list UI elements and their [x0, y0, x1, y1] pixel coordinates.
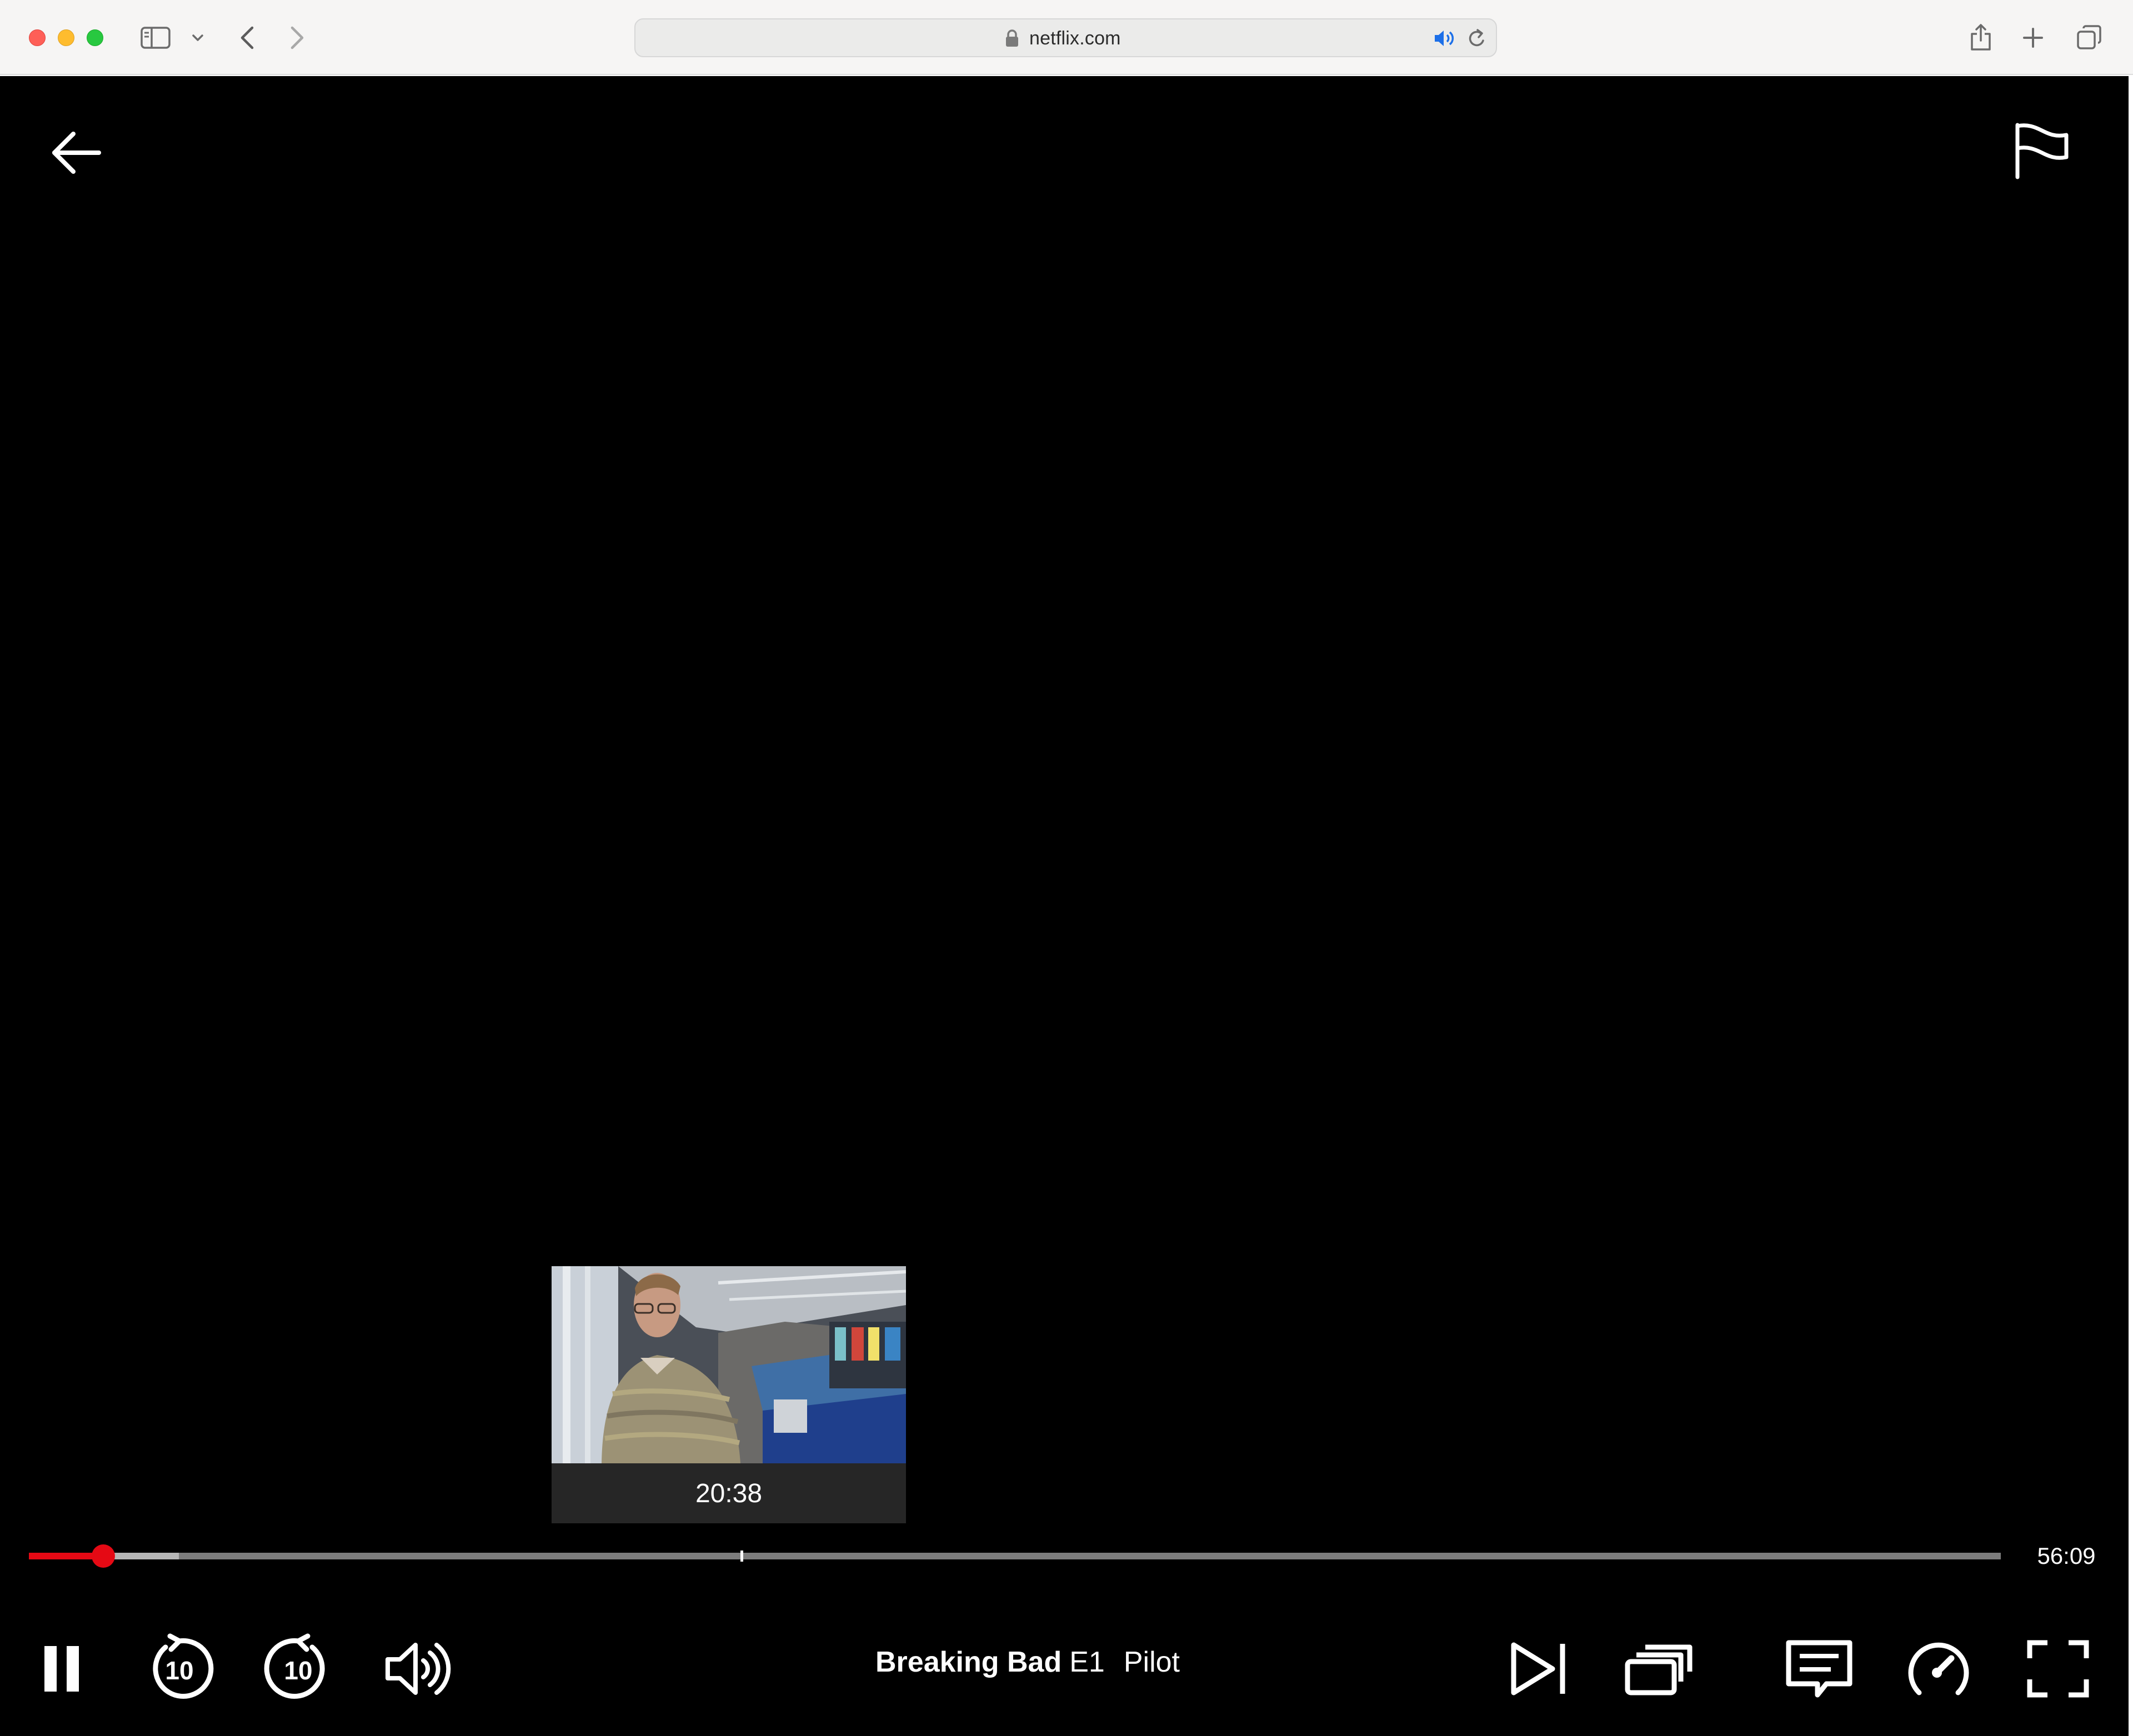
sidebar-icon[interactable] — [138, 24, 173, 51]
close-window-button[interactable] — [29, 29, 46, 46]
browser-window: netflix.com 20:38 56:09 10 10 Breaking B… — [0, 0, 2133, 1736]
new-tab-icon[interactable] — [2020, 24, 2046, 51]
speaker-icon[interactable] — [1433, 28, 1456, 51]
next-episode-icon[interactable] — [1504, 1633, 1576, 1705]
preview-timestamp: 20:38 — [695, 1478, 763, 1508]
video-player[interactable]: 20:38 56:09 10 10 Breaking Bad E1 Pilot — [0, 76, 2129, 1736]
episode-number: E1 — [1069, 1646, 1105, 1678]
rewind-seconds-label: 10 — [165, 1656, 193, 1685]
address-bar[interactable]: netflix.com — [634, 18, 1497, 57]
fullscreen-icon[interactable] — [2022, 1633, 2094, 1705]
subtitles-icon[interactable] — [1783, 1633, 1855, 1705]
episode-name: Pilot — [1123, 1646, 1180, 1678]
progress-hover-marker — [740, 1551, 743, 1562]
preview-thumbnail — [552, 1266, 906, 1463]
chevron-down-icon[interactable] — [190, 31, 206, 44]
tab-overview-icon[interactable] — [2074, 22, 2104, 52]
episode-title: Breaking Bad E1 Pilot — [722, 1634, 1333, 1690]
episodes-icon[interactable] — [1622, 1633, 1694, 1705]
zoom-window-button[interactable] — [87, 29, 103, 46]
url-text: netflix.com — [1029, 28, 1121, 49]
time-remaining: 56:09 — [2037, 1543, 2096, 1569]
reload-icon[interactable] — [1466, 27, 1488, 52]
scrubber-handle[interactable] — [91, 1544, 115, 1568]
report-flag-icon[interactable] — [2011, 121, 2073, 183]
rewind-10-icon[interactable]: 10 — [143, 1633, 216, 1705]
pause-icon[interactable] — [25, 1633, 97, 1705]
minimize-window-button[interactable] — [58, 29, 74, 46]
back-icon[interactable] — [233, 22, 261, 53]
forward-seconds-label: 10 — [284, 1656, 312, 1685]
playback-speed-icon[interactable] — [1902, 1633, 1975, 1705]
show-title: Breaking Bad — [875, 1646, 1062, 1678]
browser-toolbar: netflix.com — [0, 0, 2133, 75]
progress-track[interactable] — [29, 1553, 2001, 1559]
back-arrow-icon[interactable] — [49, 125, 104, 180]
progress-bar[interactable] — [29, 1544, 2001, 1568]
scrub-preview: 20:38 — [552, 1266, 906, 1523]
share-icon[interactable] — [1966, 20, 1995, 54]
lock-icon — [1005, 29, 1019, 50]
forward-10-icon[interactable]: 10 — [262, 1633, 334, 1705]
forward-icon[interactable] — [283, 22, 311, 53]
volume-icon[interactable] — [381, 1633, 453, 1705]
